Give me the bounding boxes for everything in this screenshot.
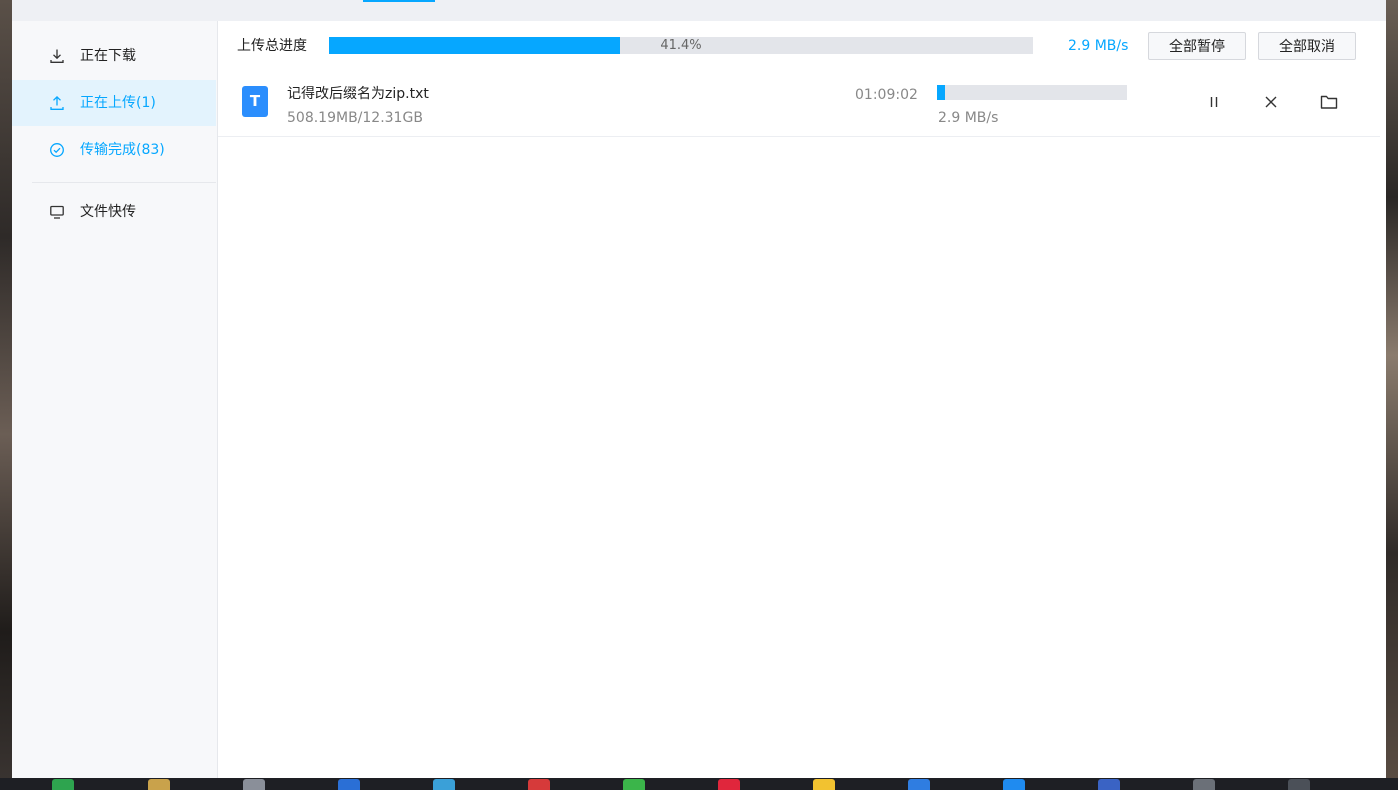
upload-row[interactable]: T 记得改后缀名为zip.txt 508.19MB/12.31GB 01:09:…: [218, 67, 1380, 137]
taskbar-app-icon[interactable]: [1288, 779, 1310, 790]
sidebar-item-label: 正在下载: [80, 48, 136, 64]
active-tab-indicator: [363, 0, 435, 2]
title-bar: [12, 0, 1386, 21]
upload-icon: [50, 95, 64, 110]
sidebar-item-label: 传输完成(83): [80, 142, 165, 158]
file-progress-bar: [937, 85, 1127, 100]
overall-progress-label: 上传总进度: [237, 38, 307, 54]
pause-icon[interactable]: [1204, 92, 1224, 112]
file-size-progress: 508.19MB/12.31GB: [287, 110, 423, 126]
taskbar-app-icon[interactable]: [1193, 779, 1215, 790]
taskbar-app-icon[interactable]: [623, 779, 645, 790]
folder-icon[interactable]: [1319, 92, 1339, 112]
desktop-background-left: [0, 0, 12, 790]
desktop-background-right: [1386, 0, 1398, 790]
overall-progress-percent: 41.4%: [660, 38, 702, 53]
monitor-icon: [50, 205, 64, 219]
text-file-icon: T: [242, 86, 268, 117]
taskbar-app-icon[interactable]: [338, 779, 360, 790]
taskbar-app-icon[interactable]: [1003, 779, 1025, 790]
taskbar: [0, 778, 1398, 790]
download-icon: [50, 49, 64, 63]
overall-speed: 2.9 MB/s: [1068, 38, 1129, 54]
time-remaining: 01:09:02: [855, 87, 918, 103]
pause-all-button[interactable]: 全部暂停: [1148, 32, 1246, 60]
taskbar-app-icon[interactable]: [1098, 779, 1120, 790]
taskbar-app-icon[interactable]: [528, 779, 550, 790]
taskbar-app-icon[interactable]: [243, 779, 265, 790]
taskbar-app-icon[interactable]: [148, 779, 170, 790]
sidebar-item-label: 文件快传: [80, 204, 136, 220]
sidebar-item-quick-transfer[interactable]: 文件快传: [12, 189, 216, 235]
file-speed: 2.9 MB/s: [938, 110, 999, 126]
file-name: 记得改后缀名为zip.txt: [287, 86, 429, 102]
sidebar: 正在下载 正在上传(1) 传输完成(83) 文件快传: [12, 21, 218, 778]
taskbar-app-icon[interactable]: [433, 779, 455, 790]
sidebar-item-uploading[interactable]: 正在上传(1): [12, 80, 216, 126]
taskbar-app-icon[interactable]: [718, 779, 740, 790]
taskbar-app-icon[interactable]: [52, 779, 74, 790]
cancel-all-button[interactable]: 全部取消: [1258, 32, 1356, 60]
sidebar-divider: [32, 182, 216, 183]
overall-progress-bar: 41.4%: [329, 37, 1033, 54]
taskbar-app-icon[interactable]: [908, 779, 930, 790]
taskbar-app-icon[interactable]: [813, 779, 835, 790]
close-icon[interactable]: [1261, 92, 1281, 112]
sidebar-item-downloading[interactable]: 正在下载: [12, 33, 216, 79]
sidebar-item-completed[interactable]: 传输完成(83): [12, 127, 216, 173]
check-circle-icon: [50, 143, 64, 157]
sidebar-item-label: 正在上传(1): [80, 95, 156, 111]
upload-panel: 上传总进度 41.4% 2.9 MB/s 全部暂停 全部取消 T 记得改后缀名为…: [218, 21, 1386, 778]
transfer-window: 正在下载 正在上传(1) 传输完成(83) 文件快传 上传总进度 41.4% 2…: [12, 0, 1386, 778]
file-progress-fill: [937, 85, 945, 100]
